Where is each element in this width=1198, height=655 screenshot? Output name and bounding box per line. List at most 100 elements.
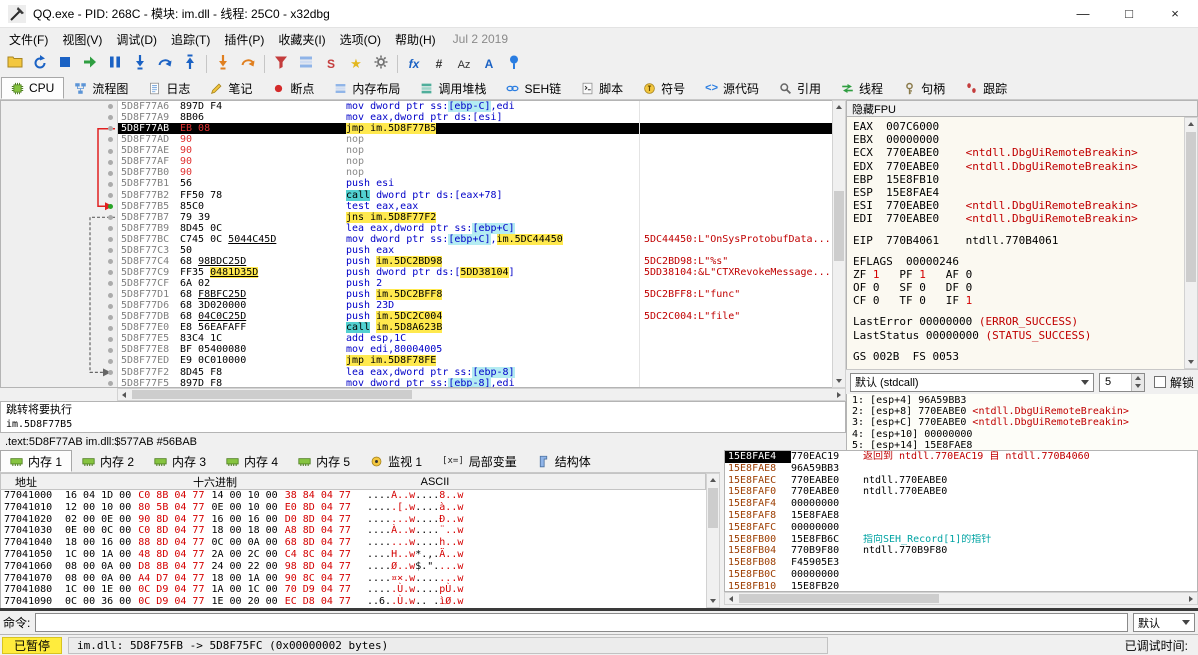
tab-dump-3[interactable]: 内存 3 [144, 450, 216, 472]
tab-handles[interactable]: 句柄 [893, 77, 955, 99]
minimize-button[interactable]: — [1060, 0, 1106, 27]
register-line[interactable]: EAX 007C6000 [853, 120, 1184, 133]
trace-into-button[interactable] [211, 52, 235, 76]
register-line[interactable]: ESP 15E8FAE4 [853, 186, 1184, 199]
tab-dump-1[interactable]: 内存 1 [0, 450, 73, 472]
maximize-button[interactable]: □ [1106, 0, 1152, 27]
argument-row[interactable]: 4: [esp+10] 00000000 [852, 429, 1198, 440]
scroll-up-button[interactable] [707, 474, 719, 486]
scroll-right-button[interactable] [833, 389, 845, 400]
tab-seh[interactable]: SEH链 [496, 77, 571, 99]
stack-row[interactable]: 15E8FB10 15E8FB20 [725, 581, 1197, 591]
assemble-button[interactable]: A [477, 52, 501, 76]
disassembly-horizontal-scrollbar[interactable] [117, 388, 846, 401]
scroll-up-button[interactable] [1185, 118, 1197, 130]
stack-horizontal-scrollbar[interactable] [724, 592, 1198, 605]
disasm-row[interactable]: 5D8F77F5 897D F8 mov dword ptr ss:[ebp-8],… [118, 377, 834, 387]
scroll-up-button[interactable] [833, 101, 845, 113]
argument-row[interactable]: 1: [esp+4] 96A59BB3 [852, 395, 1198, 406]
dump-scrollbar[interactable] [706, 473, 720, 608]
disassembly-vertical-scrollbar[interactable] [832, 100, 846, 388]
register-line[interactable]: LastStatus 00000000 (STATUS_SUCCESS) [853, 329, 1184, 342]
filter-button[interactable] [269, 52, 293, 76]
hash-button[interactable]: # [427, 52, 451, 76]
scroll-right-button[interactable] [1185, 593, 1197, 604]
dump-row[interactable]: 77041040 18 00 16 00 88 8D 04 77 0C 00 0A 0… [1, 537, 706, 549]
disasm-row[interactable]: 5D8F77AE 90 nop [118, 145, 834, 157]
tab-trace[interactable]: 跟踪 [955, 77, 1017, 99]
disasm-row[interactable]: 5D8F77B5 85C0 test eax,eax [118, 200, 834, 212]
menu-item[interactable]: 调试(D) [109, 29, 164, 50]
command-profile-dropdown[interactable]: 默认 [1133, 613, 1195, 632]
register-line[interactable]: EDX 770EABE0 <ntdll.DbgUiRemoteBreakin> [853, 160, 1184, 173]
dump-row[interactable]: 77041020 02 00 0E 00 90 8D 04 77 16 00 16 0… [1, 514, 706, 526]
disasm-row[interactable]: 5D8F77B2 FF50 78 call dword ptr ds:[eax+78… [118, 189, 834, 201]
command-input[interactable] [35, 613, 1128, 632]
dump-row[interactable]: 77041010 12 00 10 00 80 5B 04 77 0E 00 10 0… [1, 502, 706, 514]
close-button[interactable]: × [1152, 0, 1198, 27]
disasm-row[interactable]: 5D8F77C4 68 98BDC25D push im.5DC2BD98 5DC2B… [118, 255, 834, 267]
disasm-row[interactable]: 5D8F77E0 E8 56EAFAFF call im.5D8A623B [118, 322, 834, 334]
tab-cpu[interactable]: CPU [1, 77, 65, 99]
disasm-row[interactable]: 5D8F77B1 56 push esi [118, 178, 834, 190]
dump-row[interactable]: 77041030 0E 00 0C 00 C0 8D 04 77 18 00 18 0… [1, 525, 706, 537]
step-over-button[interactable] [153, 52, 177, 76]
menu-item[interactable]: 帮助(H) [388, 29, 443, 50]
dump-row[interactable]: 77041070 08 00 0A 00 A4 D7 04 77 18 00 1A 0… [1, 573, 706, 585]
dump-row[interactable]: 77041050 1C 00 1A 00 48 8D 04 77 2A 00 2C 0… [1, 549, 706, 561]
disasm-row[interactable]: 5D8F77E5 83C4 1C add esp,1C [118, 333, 834, 345]
register-line[interactable]: LastError 00000000 (ERROR_SUCCESS) [853, 315, 1184, 328]
scroll-down-button[interactable] [707, 595, 719, 607]
disasm-row[interactable]: 5D8F77F2 8D45 F8 lea eax,dword ptr ss:[ebp… [118, 366, 834, 378]
disasm-row[interactable]: 5D8F77E8 BF 05400080 mov edi,80004005 [118, 344, 834, 356]
register-line[interactable]: EBP 15E8FB10 [853, 173, 1184, 186]
disasm-row[interactable]: 5D8F77B7 79 39 jns im.5D8F77F2 [118, 211, 834, 223]
tab-dump-4[interactable]: 内存 4 [216, 450, 288, 472]
disasm-row[interactable]: 5D8F77BC C745 0C 5044C45D mov dword ptr ss… [118, 233, 834, 245]
disasm-row[interactable]: 5D8F77C3 50 push eax [118, 244, 834, 256]
tab-threads[interactable]: 线程 [831, 77, 893, 99]
tab-watch-1[interactable]: 监视 1 [360, 450, 432, 472]
tab-graph[interactable]: 流程图 [64, 77, 138, 99]
tab-source[interactable]: <> 源代码 [695, 77, 769, 99]
scrollbar-thumb[interactable] [132, 390, 412, 399]
menu-item[interactable]: 插件(P) [217, 29, 271, 50]
open-file-button[interactable] [3, 52, 27, 76]
star-button[interactable]: ★ [344, 52, 368, 76]
scrollbar-thumb[interactable] [1186, 132, 1196, 282]
register-line[interactable]: ZF 1 PF 1 AF 0 [853, 268, 1184, 281]
tab-breakpoints[interactable]: 断点 [262, 77, 324, 99]
tab-locals[interactable]: [x=] 局部变量 [432, 450, 527, 472]
disasm-row[interactable]: 5D8F77A6 897D F4 mov dword ptr ss:[ebp-C],… [118, 101, 834, 113]
tab-struct[interactable]: 结构体 [527, 450, 601, 472]
run-to-return-button[interactable] [178, 52, 202, 76]
disasm-row[interactable]: 5D8F77C9 FF35 0481D35D push dword ptr ds:[… [118, 266, 834, 278]
stack-row[interactable]: 15E8FAE4 770EAC19 返回到 ntdll.770EAC19 自 ntd… [725, 451, 1197, 463]
scroll-left-button[interactable] [118, 389, 130, 400]
menu-item[interactable]: 追踪(T) [164, 29, 217, 50]
disasm-row[interactable]: 5D8F77D6 68 3D020000 push 23D [118, 300, 834, 312]
menu-item[interactable]: 视图(V) [55, 29, 109, 50]
disasm-row[interactable]: 5D8F77D1 68 F8BFC25D push im.5DC2BFF8 5DC2B… [118, 289, 834, 301]
stop-button[interactable] [53, 52, 77, 76]
tab-notes[interactable]: 笔记 [200, 77, 262, 99]
unlock-checkbox[interactable] [1153, 376, 1166, 388]
scylla-button[interactable]: S [319, 52, 343, 76]
register-line[interactable]: EIP 770B4061 ntdll.770B4061 [853, 234, 1184, 247]
argument-row[interactable]: 2: [esp+8] 770EABE0 <ntdll.DbgUiRemoteBr… [852, 406, 1198, 417]
argument-row[interactable]: 5: [esp+14] 15E8FAE8 [852, 440, 1198, 450]
stack-row[interactable]: 15E8FAE8 96A59BB3 [725, 463, 1197, 475]
menu-item[interactable]: 选项(O) [333, 29, 388, 50]
scroll-down-button[interactable] [833, 375, 845, 387]
disasm-row[interactable]: 5D8F77ED E9 0C010000 jmp im.5D8F78FE [118, 355, 834, 367]
register-line[interactable]: CF 0 TF 0 IF 1 [853, 294, 1184, 307]
scroll-down-button[interactable] [1185, 356, 1197, 368]
fx-button[interactable]: fx [402, 52, 426, 76]
disasm-row[interactable]: 5D8F77AD 90 nop [118, 134, 834, 146]
run-button[interactable] [78, 52, 102, 76]
tab-dump-5[interactable]: 内存 5 [288, 450, 360, 472]
tab-call-stack[interactable]: 调用堆栈 [410, 77, 496, 99]
restart-button[interactable] [28, 52, 52, 76]
strings-button[interactable]: Az [452, 52, 476, 76]
tab-script[interactable]: 脚本 [571, 77, 633, 99]
